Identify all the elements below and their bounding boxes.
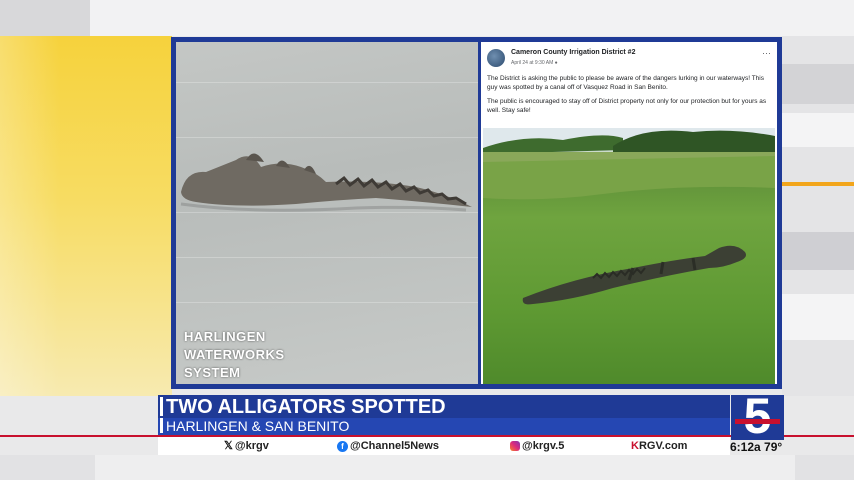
watermark-line-2: WATERWORKS [184, 347, 285, 362]
subhead-bar: HARLINGEN & SAN BENITO [158, 418, 730, 435]
watermark-line-3: SYSTEM [184, 365, 241, 380]
website: KRGV.com [631, 440, 688, 452]
facebook-icon: f [337, 440, 348, 452]
time-temperature: 6:12a 79° [730, 440, 783, 454]
post-paragraph-1: The District is asking the public to ple… [487, 75, 764, 91]
harlingen-waterworks-watermark: HARLINGEN WATERWORKS SYSTEM [184, 328, 285, 382]
subhead: HARLINGEN & SAN BENITO [166, 418, 350, 434]
alligator-grass-photo [483, 128, 775, 384]
x-handle: 𝕏 @krgv [224, 440, 269, 453]
background-bottom [0, 455, 854, 480]
page-avatar [487, 49, 505, 67]
headline: TWO ALLIGATORS SPOTTED [166, 396, 446, 418]
post-date: April 24 at 9:30 AM ● [511, 60, 558, 66]
background-top [0, 0, 854, 36]
social-bar: 𝕏 @krgv f @Channel5News @krgv.5 KRGV.com [158, 437, 730, 455]
instagram-handle: @krgv.5 [510, 439, 564, 453]
channel-5-logo: 5 [731, 389, 784, 443]
watermark-line-1: HARLINGEN [184, 329, 266, 344]
post-header: Cameron County Irrigation District #2 Ap… [487, 49, 771, 71]
ellipsis-icon: ⋯ [762, 48, 771, 58]
logo-number: 5 [743, 388, 772, 444]
video-monitor: HARLINGEN WATERWORKS SYSTEM Cameron Coun… [171, 37, 782, 389]
headline-bar: TWO ALLIGATORS SPOTTED [158, 395, 730, 418]
background-right-panel [782, 36, 854, 396]
x-icon: 𝕏 [224, 440, 233, 453]
instagram-icon [510, 441, 520, 452]
post-author: Cameron County Irrigation District #2 [511, 49, 636, 56]
post-body: The District is asking the public to ple… [487, 74, 773, 120]
logo-red-bar [735, 419, 780, 424]
alligator-on-grass-image [483, 128, 775, 305]
facebook-handle: f @Channel5News [337, 439, 439, 453]
post-paragraph-2: The public is encouraged to stay off of … [487, 98, 767, 114]
alligator-water-photo: HARLINGEN WATERWORKS SYSTEM [176, 42, 478, 384]
globe-icon: ● [554, 60, 558, 66]
background-left-panel [0, 36, 172, 396]
facebook-post-screenshot: Cameron County Irrigation District #2 Ap… [481, 42, 777, 384]
